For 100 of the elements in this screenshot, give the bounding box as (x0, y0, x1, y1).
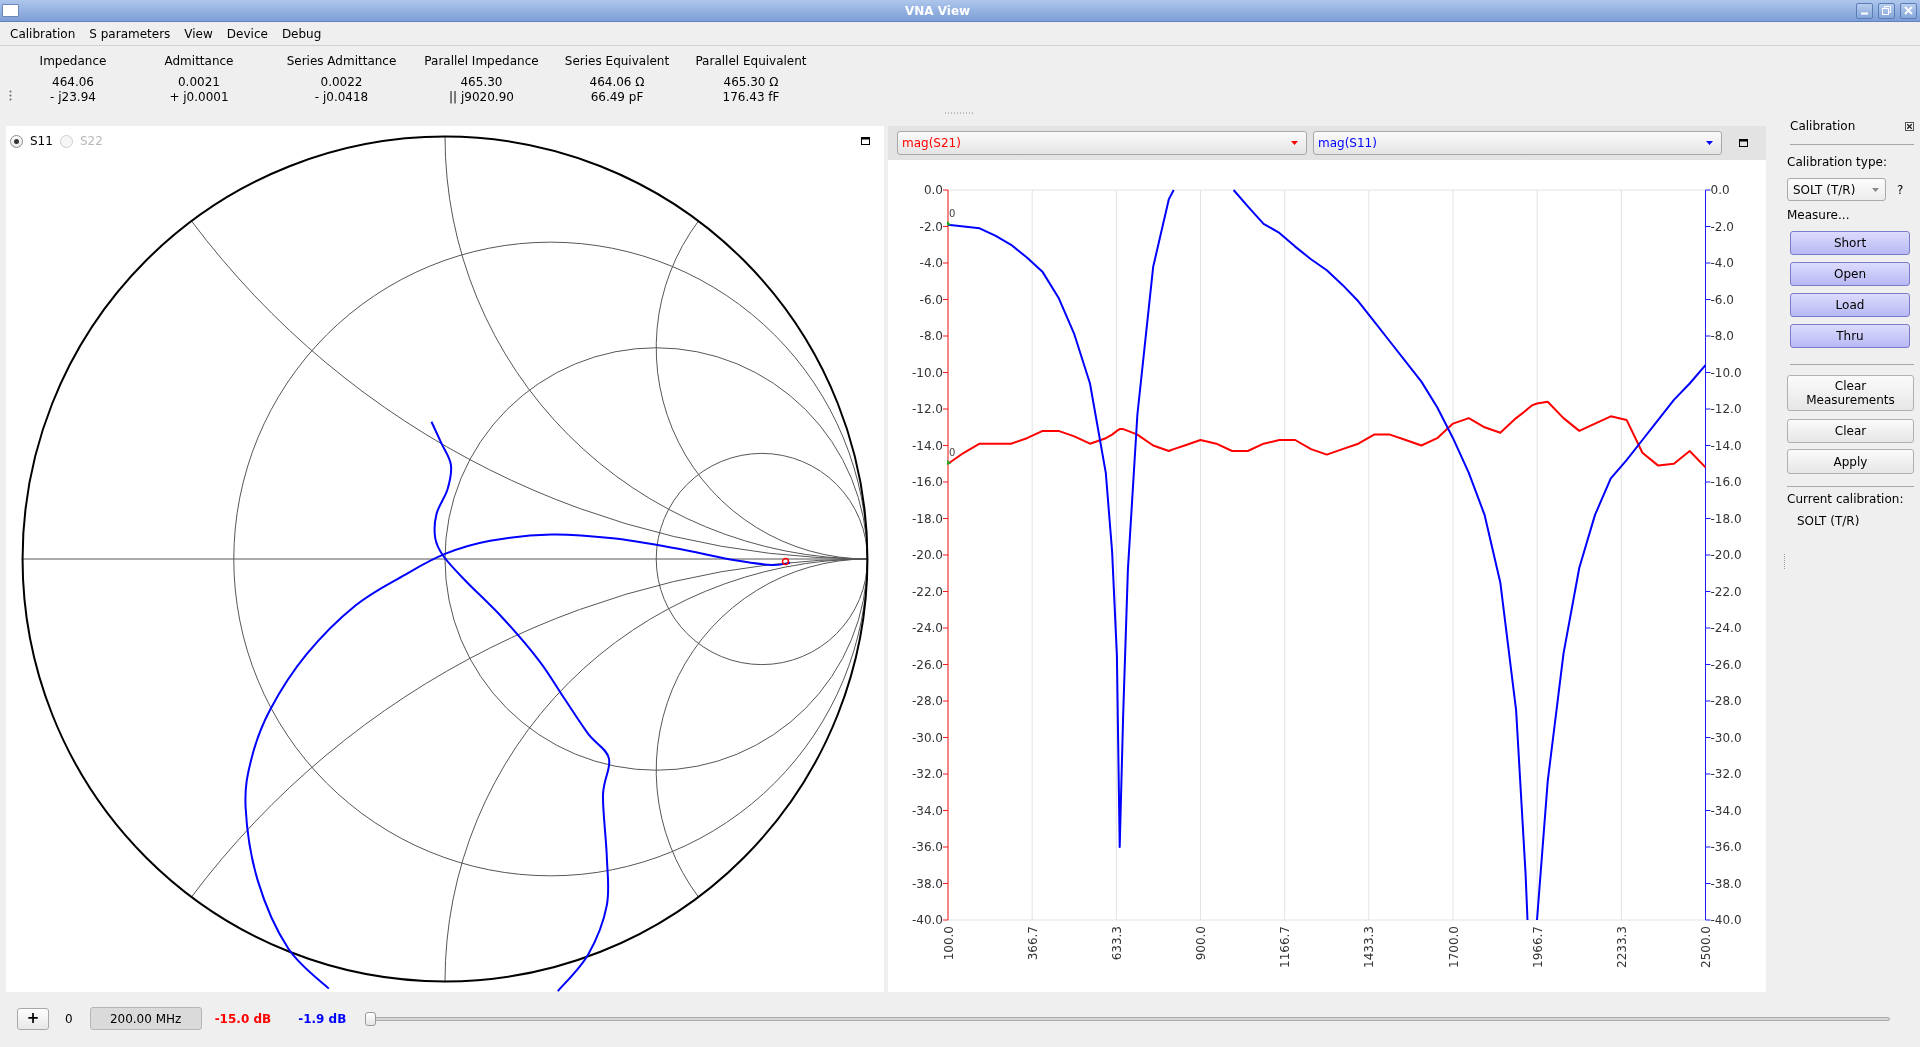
x-tick-label: 1166.7 (1278, 926, 1293, 968)
x-tick-label: 366.7 (1025, 926, 1040, 961)
y-tick-label: -24.0 (1710, 621, 1742, 635)
y-tick-label: -32.0 (1710, 767, 1742, 781)
y-tick-label: -18.0 (1710, 511, 1742, 526)
readout-value: 0.0022 (320, 75, 363, 90)
x-tick-label: 2233.3 (1614, 926, 1629, 968)
readout-heading: Parallel Equivalent (695, 53, 807, 69)
menu-item[interactable]: Calibration (3, 22, 83, 45)
readout-heading: Impedance (39, 53, 107, 69)
y-tick-label: -10.0 (911, 365, 943, 380)
x-tick-label: 100.0 (941, 926, 956, 961)
marker-icon (947, 459, 951, 465)
caret-icon (1291, 141, 1298, 145)
y-tick-label: -22.0 (911, 584, 943, 599)
marker-icon (947, 220, 951, 226)
panel-title: Calibration (1790, 118, 1856, 135)
window-title: VNA View (903, 2, 972, 20)
y-tick-label: -20.0 (1710, 548, 1742, 562)
measure-button[interactable]: Open (1790, 262, 1910, 286)
readout-value: 465.30 Ω (723, 75, 779, 90)
y-tick-label: -2.0 (919, 219, 943, 234)
y-tick-label: -30.0 (911, 730, 943, 745)
action-button[interactable]: Clear Measurements (1787, 375, 1914, 411)
field-label: Calibration type: (1787, 154, 1888, 170)
y-tick-label: -12.0 (911, 402, 943, 416)
grip-icon[interactable] (9, 90, 12, 101)
reading-value: -15.0 dB (214, 1010, 272, 1028)
marker-label: 0 (949, 446, 956, 458)
menu-item[interactable]: S parameters (82, 22, 178, 45)
maximize-icon[interactable] (1739, 139, 1748, 147)
y-tick-label: -30.0 (1710, 730, 1742, 745)
y-tick-label: -24.0 (911, 621, 943, 635)
maximize-icon[interactable] (861, 137, 870, 145)
readout-heading: Parallel Impedance (424, 53, 539, 69)
measure-button[interactable]: Short (1790, 231, 1910, 255)
reading-value: -1.9 dB (298, 1010, 347, 1028)
maximize-button[interactable] (1878, 2, 1895, 19)
measure-button[interactable]: Load (1790, 293, 1910, 317)
y-tick-label: -14.0 (911, 438, 943, 453)
calibration-type-dropdown[interactable]: SOLT (T/R) (1787, 178, 1886, 201)
y-tick-label: -26.0 (1710, 657, 1742, 672)
measure-button[interactable]: Thru (1790, 324, 1910, 348)
readout-heading: Admittance (164, 53, 234, 69)
y-tick-label: -36.0 (911, 840, 943, 854)
x-tick-label: 900.0 (1194, 926, 1208, 961)
readout-value: - j23.94 (50, 90, 96, 105)
y-tick-label: -16.0 (1710, 475, 1742, 489)
frequency-field[interactable]: 200.00 MHz (89, 1007, 202, 1030)
y-tick-label: -8.0 (1710, 329, 1734, 343)
maximize-icon (1882, 6, 1891, 15)
x-tick-label: 1433.3 (1362, 926, 1377, 968)
y-tick-label: -10.0 (1710, 365, 1742, 380)
y-tick-label: -26.0 (911, 657, 943, 672)
menu-item[interactable]: View (177, 22, 220, 45)
caret-icon (1706, 141, 1713, 145)
minimize-button[interactable] (1856, 2, 1873, 19)
close-icon (1904, 6, 1913, 15)
y-tick-label: -34.0 (1710, 803, 1742, 818)
menu-item[interactable]: Device (219, 22, 275, 45)
y-tick-label: -32.0 (911, 767, 943, 781)
close-icon[interactable] (1905, 121, 1914, 131)
action-button[interactable]: Apply (1787, 449, 1914, 474)
add-marker-button[interactable]: + (17, 1007, 49, 1030)
radio-label: S22 (79, 134, 103, 148)
y-tick-label: -16.0 (911, 475, 943, 489)
readout-value: 464.06 (52, 75, 94, 90)
y-tick-label: -40.0 (1710, 913, 1742, 927)
marker-number: 0 (65, 1010, 73, 1028)
readout-value: 176.43 fF (722, 90, 780, 105)
y-tick-label: -40.0 (911, 913, 943, 927)
y-tick-label: -28.0 (911, 694, 943, 708)
x-tick-label: 1700.0 (1446, 926, 1461, 968)
marker-label: 0 (949, 207, 956, 219)
y-tick-label: -4.0 (1710, 256, 1734, 270)
menu-item[interactable]: Debug (274, 22, 329, 45)
radio-button[interactable] (10, 134, 23, 148)
trace-dropdown[interactable]: mag(S11) (1313, 131, 1722, 155)
caret-icon (1872, 187, 1879, 192)
y-tick-label: -36.0 (1710, 840, 1742, 854)
marker-icon (781, 557, 790, 566)
readout-heading: Series Admittance (286, 53, 397, 69)
action-button[interactable]: Clear (1787, 419, 1914, 443)
section-label: Current calibration: (1787, 491, 1905, 507)
y-tick-label: -34.0 (911, 803, 943, 818)
y-tick-label: -4.0 (919, 256, 943, 270)
slider-handle[interactable] (365, 1011, 377, 1026)
y-tick-label: -22.0 (1710, 584, 1742, 599)
y-tick-label: -38.0 (1710, 876, 1742, 891)
y-tick-label: 0.0 (923, 183, 943, 197)
marker-slider[interactable] (365, 1011, 1891, 1026)
readout-value: 0.0021 (178, 75, 220, 90)
y-tick-label: -6.0 (1710, 292, 1734, 307)
y-tick-label: -2.0 (1710, 219, 1734, 234)
x-tick-label: 2500.0 (1699, 926, 1713, 968)
close-button[interactable] (1900, 2, 1917, 19)
x-tick-label: 633.3 (1109, 926, 1124, 961)
y-tick-label: -14.0 (1710, 438, 1742, 453)
readout-value: || j9020.90 (449, 90, 514, 105)
y-tick-label: -38.0 (911, 876, 943, 891)
